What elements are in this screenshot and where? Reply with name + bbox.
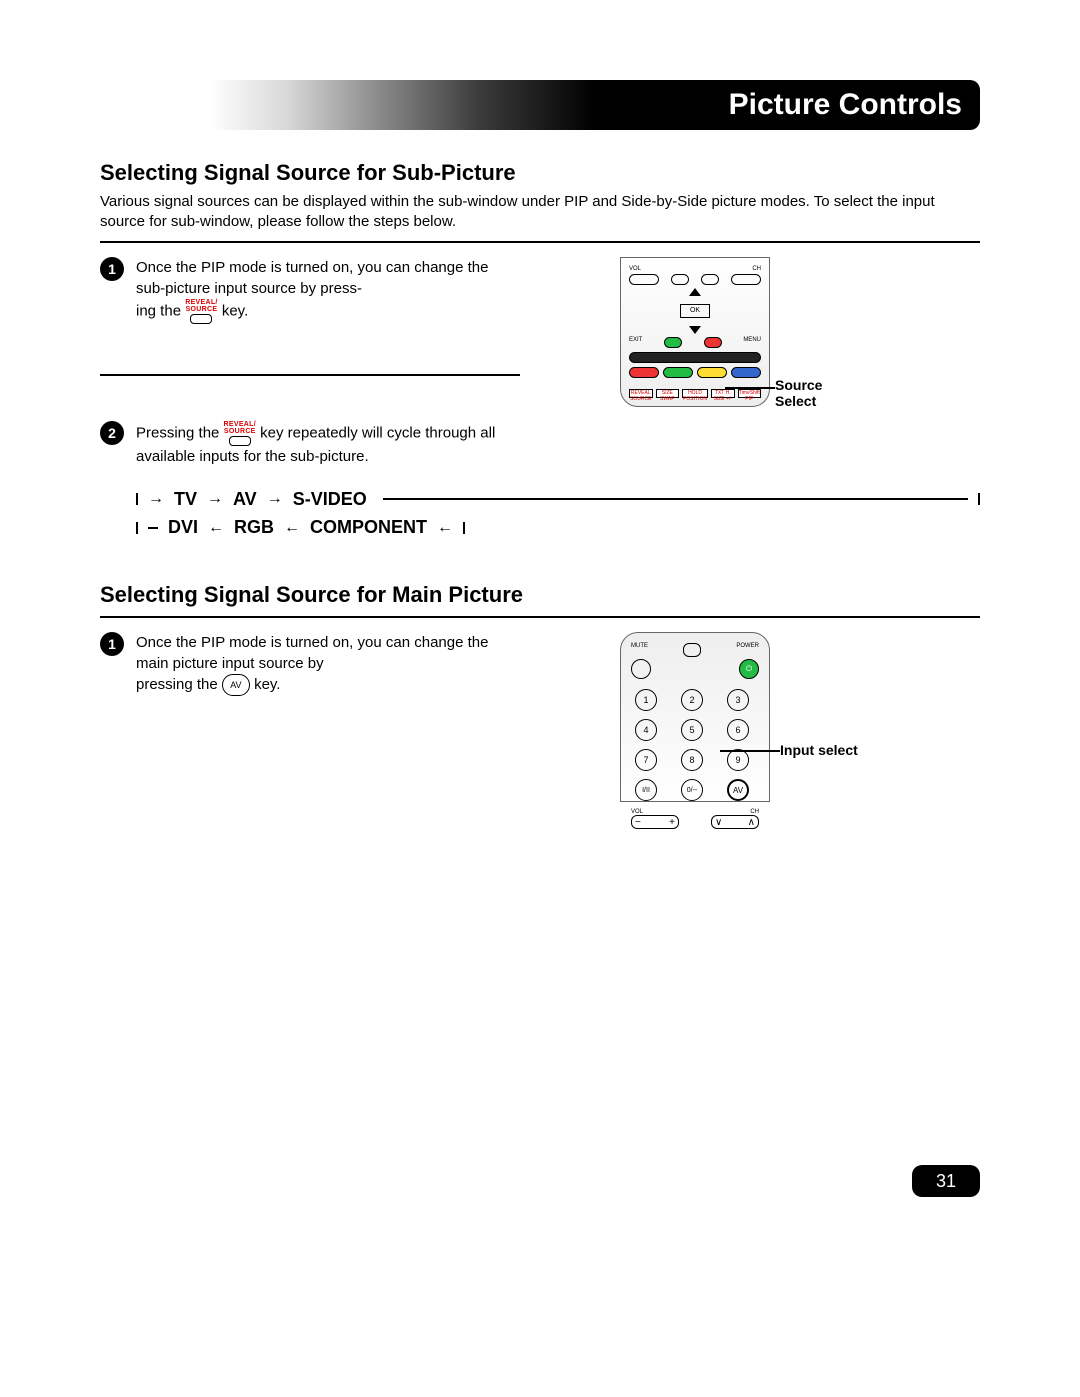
section1-heading: Selecting Signal Source for Sub-Picture	[100, 160, 980, 186]
step-text: Once the PIP mode is turned on, you can …	[136, 632, 496, 696]
key-0: 0/--	[681, 779, 703, 801]
key-9: 9	[727, 749, 749, 771]
mute-button-icon	[631, 659, 651, 679]
text-button	[664, 337, 682, 348]
dpad-icon: OK	[650, 288, 740, 334]
ok-button: OK	[680, 304, 710, 318]
key-8: 8	[681, 749, 703, 771]
chapter-title: Picture Controls	[729, 88, 962, 122]
exit-label: EXIT	[629, 337, 642, 348]
callout-line2: Select	[775, 393, 816, 409]
divider	[100, 616, 980, 618]
key-av: AV	[727, 779, 749, 801]
ttx-button	[704, 337, 722, 348]
vol-rocker-icon: −+	[631, 815, 679, 829]
arrow-right-icon: →	[207, 486, 223, 512]
blue-button-icon	[731, 367, 761, 378]
vol-plus-icon	[671, 274, 689, 285]
mute-label: MUTE	[631, 643, 648, 657]
av-key-icon: AV	[222, 674, 250, 696]
size-swap-button: SIZE SWAP	[656, 389, 680, 398]
cycle-rgb: RGB	[234, 513, 274, 542]
callout-line1: Source	[775, 377, 822, 393]
power-button-icon: ⏻	[739, 659, 759, 679]
s2-step1-line2a: pressing the	[136, 676, 222, 693]
slider-icon	[683, 643, 701, 657]
divider	[100, 241, 980, 243]
ch-up-icon	[731, 274, 761, 285]
s2-step1-line1: Once the PIP mode is turned on, you can …	[136, 634, 488, 672]
vol-label: VOL	[629, 266, 641, 272]
input-cycle-diagram: → TV → AV → S-VIDEO DVI ← RGB ← COMPONEN…	[136, 485, 980, 543]
step1-line1: Once the PIP mode is turned on, you can …	[136, 259, 488, 297]
key-3: 3	[727, 689, 749, 711]
key-label-bot: SOURCE	[186, 306, 218, 313]
step-number: 2	[100, 421, 124, 445]
arrow-left-icon: ←	[208, 515, 224, 541]
arrow-right-icon: →	[267, 486, 283, 512]
section1-step2: 2 Pressing the REVEAL/ SOURCE key repeat…	[100, 421, 980, 467]
wide-button	[629, 352, 761, 363]
menu-label: MENU	[743, 337, 761, 348]
key-i-ii: I/II	[635, 779, 657, 801]
step-number: 1	[100, 632, 124, 656]
arrow-right-icon: →	[148, 486, 164, 512]
ch-label: CH	[752, 266, 761, 272]
step-text: Pressing the REVEAL/ SOURCE key repeated…	[136, 421, 496, 467]
key-label-top: REVEAL/	[185, 299, 217, 306]
step-number: 1	[100, 257, 124, 281]
step1-line2b: key.	[222, 302, 248, 319]
key-4: 4	[635, 719, 657, 741]
section2-heading: Selecting Signal Source for Main Picture	[100, 582, 980, 608]
s2-step1-line2b: key.	[254, 676, 280, 693]
yellow-button-icon	[697, 367, 727, 378]
power-label: POWER	[736, 643, 759, 657]
reveal-source-button: REVEAL SOURCE	[629, 389, 653, 398]
cycle-tv: TV	[174, 485, 197, 514]
key-7: 7	[635, 749, 657, 771]
chapter-banner: Picture Controls	[210, 80, 980, 130]
timeshift-pip-button: TimeShift PIP	[738, 389, 762, 398]
step2-line1a: Pressing the	[136, 424, 224, 441]
section1-intro: Various signal sources can be displayed …	[100, 192, 980, 233]
reveal-source-key-icon: REVEAL/ SOURCE	[185, 299, 217, 324]
key-2: 2	[681, 689, 703, 711]
txt-hsize-button: TXT H. SIZE +/-	[711, 389, 735, 398]
cycle-av: AV	[233, 485, 257, 514]
red-button-icon	[629, 367, 659, 378]
cycle-svideo: S-VIDEO	[293, 485, 367, 514]
key-1: 1	[635, 689, 657, 711]
arrow-left-icon: ←	[284, 515, 300, 541]
callout2-text: Input select	[780, 742, 858, 758]
section1-step1: 1 Once the PIP mode is turned on, you ca…	[100, 257, 520, 324]
key-5: 5	[681, 719, 703, 741]
green-button-icon	[663, 367, 693, 378]
ch-rocker-icon: ∨∧	[711, 815, 759, 829]
source-select-callout: Source Select	[775, 377, 822, 411]
section2-step1: 1 Once the PIP mode is turned on, you ca…	[100, 632, 520, 696]
reveal-source-key-icon: REVEAL/ SOURCE	[224, 421, 256, 446]
input-select-callout: Input select	[780, 742, 858, 758]
cycle-dvi: DVI	[168, 513, 198, 542]
remote-illustration-2: MUTE POWER ⏻ 1 2 3 4 5 6 7 8	[620, 632, 770, 802]
page-number: 31	[912, 1165, 980, 1197]
cycle-component: COMPONENT	[310, 513, 427, 542]
key-6: 6	[727, 719, 749, 741]
step-text: Once the PIP mode is turned on, you can …	[136, 257, 496, 324]
vol-minus-icon	[629, 274, 659, 285]
arrow-left-icon: ←	[437, 515, 453, 541]
hold-position-button: HOLD POSITION	[682, 389, 708, 398]
ch-down-icon	[701, 274, 719, 285]
remote-illustration-1: VOL CH OK EXIT MEN	[620, 257, 770, 407]
step1-line2a: ing the	[136, 302, 185, 319]
